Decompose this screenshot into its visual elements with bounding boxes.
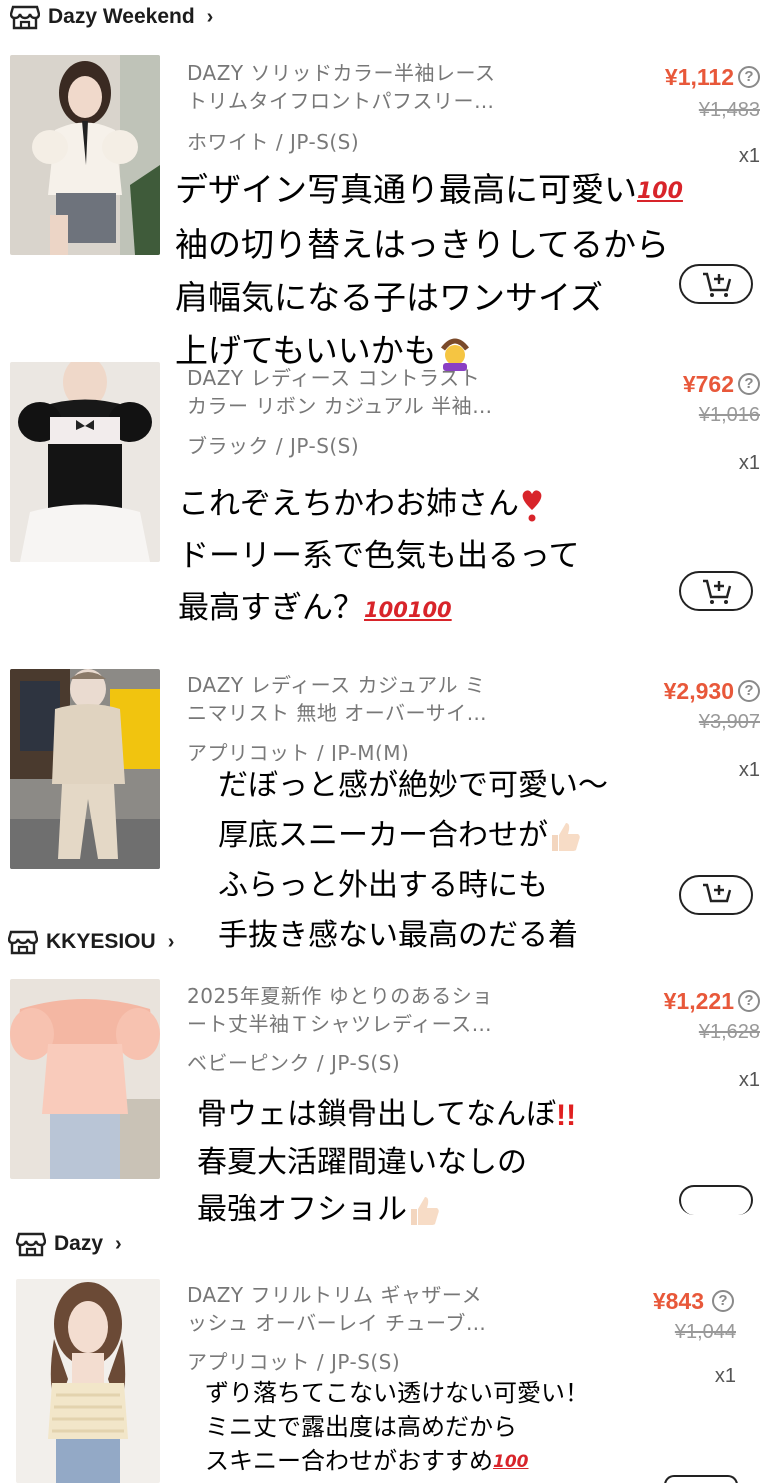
add-to-cart-button[interactable]	[679, 264, 753, 304]
cart-item: DAZY フリルトリム ギャザーメ ッシュ オーバーレイ チューブ… アプリコッ…	[0, 1279, 772, 1483]
sale-price: ¥843	[652, 1288, 704, 1314]
product-thumbnail[interactable]	[10, 362, 160, 562]
cart-item: DAZY ソリッドカラー半袖レース トリムタイフロントパフスリー… ホワイト /…	[0, 55, 772, 371]
product-title[interactable]: DAZY レディース コントラスト カラー リボン カジュアル 半袖…	[187, 364, 547, 420]
hundred-points-emoji: 100	[637, 179, 683, 204]
add-to-cart-button[interactable]	[679, 571, 753, 611]
store-header-dazy-weekend[interactable]: Dazy Weekend ›	[10, 4, 213, 30]
variant-selector[interactable]: ブラック / JP-S(S)	[187, 430, 359, 459]
add-to-cart-button[interactable]	[679, 1185, 753, 1215]
product-thumbnail[interactable]	[10, 669, 160, 869]
store-name: KKYESIOU	[46, 930, 156, 953]
chevron-right-icon: ›	[167, 930, 175, 953]
hundred-points-emoji: 100	[493, 1452, 529, 1472]
add-to-cart-icon	[703, 272, 732, 297]
question-circle-icon[interactable]: ?	[712, 1290, 734, 1312]
review-overlay: だぼっと感が絶妙で可愛い〜 厚底スニーカー合わせが ふらっと外出する時にも 手抜…	[218, 761, 618, 961]
add-to-cart-button[interactable]	[679, 875, 753, 915]
sale-price: ¥762	[682, 371, 734, 397]
review-overlay: ずり落ちてこない透けない可愛い！ ミニ丈で露出度は高めだから スキニー合わせがお…	[205, 1376, 597, 1479]
thumbs-up-emoji	[411, 1196, 439, 1225]
sale-price: ¥1,221	[663, 988, 734, 1014]
original-price: ¥1,044	[674, 1321, 736, 1343]
add-to-cart-icon	[703, 883, 732, 903]
store-header-kkyesiou[interactable]: KKYESIOU ›	[8, 929, 174, 955]
product-title[interactable]: DAZY フリルトリム ギャザーメ ッシュ オーバーレイ チューブ…	[187, 1281, 547, 1337]
hundred-points-emoji: 100100	[364, 597, 452, 622]
original-price: ¥3,907	[698, 711, 760, 733]
double-exclamation-emoji: !!	[556, 1099, 577, 1132]
store-icon	[8, 930, 38, 955]
question-circle-icon[interactable]: ?	[738, 66, 760, 88]
quantity: x1	[738, 1069, 760, 1091]
sale-price: ¥2,930	[663, 678, 734, 704]
heart-exclamation-emoji	[522, 489, 542, 521]
store-icon	[10, 5, 40, 30]
sale-price: ¥1,112	[664, 64, 734, 90]
quantity: x1	[714, 1365, 736, 1387]
chevron-right-icon: ›	[115, 1232, 122, 1255]
store-header-dazy[interactable]: Dazy ›	[16, 1231, 122, 1257]
question-circle-icon[interactable]: ?	[738, 373, 760, 395]
variant-selector[interactable]: ベビーピンク / JP-S(S)	[187, 1047, 400, 1076]
cart-review-collage: Dazy Weekend › DAZY ソリッドカラー半袖レース トリムタイフロ…	[0, 0, 772, 1483]
quantity: x1	[738, 145, 760, 167]
store-icon	[16, 1232, 46, 1257]
product-thumbnail[interactable]	[10, 979, 160, 1179]
product-title[interactable]: DAZY ソリッドカラー半袖レース トリムタイフロントパフスリー…	[187, 59, 547, 115]
variant-selector[interactable]: アプリコット / JP-S(S)	[187, 1346, 400, 1375]
chevron-right-icon: ›	[206, 5, 214, 28]
original-price: ¥1,628	[698, 1021, 760, 1043]
store-name: Dazy	[54, 1232, 104, 1255]
cart-item: DAZY レディース コントラスト カラー リボン カジュアル 半袖… ブラック…	[0, 362, 772, 662]
product-title[interactable]: DAZY レディース カジュアル ミ ニマリスト 無地 オーバーサイ…	[187, 671, 547, 727]
quantity: x1	[738, 452, 760, 474]
product-thumbnail[interactable]	[10, 55, 160, 255]
product-title[interactable]: 2025年夏新作 ゆとりのあるショ ート丈半袖Ｔシャツレディース…	[187, 982, 547, 1038]
product-thumbnail[interactable]	[16, 1279, 160, 1483]
review-overlay: デザイン写真通り最高に可愛い100 袖の切り替えはっきりしてるから 肩幅気になる…	[175, 163, 683, 377]
question-circle-icon[interactable]: ?	[738, 990, 760, 1012]
review-overlay: これぞえちかわお姉さん ドーリー系で色気も出るって 最高すぎん？100100	[178, 478, 579, 636]
add-to-cart-icon	[703, 579, 732, 604]
variant-selector[interactable]: ホワイト / JP-S(S)	[187, 126, 359, 155]
original-price: ¥1,016	[698, 404, 760, 426]
cart-item: 2025年夏新作 ゆとりのあるショ ート丈半袖Ｔシャツレディース… ベビーピンク…	[0, 979, 772, 1233]
store-name: Dazy Weekend	[48, 5, 195, 28]
review-overlay: 骨ウェは鎖骨出してなんぼ!! 春夏大活躍間違いなしの 最強オフショル	[197, 1091, 587, 1233]
cart-item: DAZY レディース カジュアル ミ ニマリスト 無地 オーバーサイ… アプリコ…	[0, 669, 772, 961]
add-to-cart-button[interactable]	[664, 1475, 738, 1483]
original-price: ¥1,483	[698, 99, 760, 121]
question-circle-icon[interactable]: ?	[738, 680, 760, 702]
quantity: x1	[738, 759, 760, 781]
thumbs-up-emoji	[552, 822, 580, 851]
